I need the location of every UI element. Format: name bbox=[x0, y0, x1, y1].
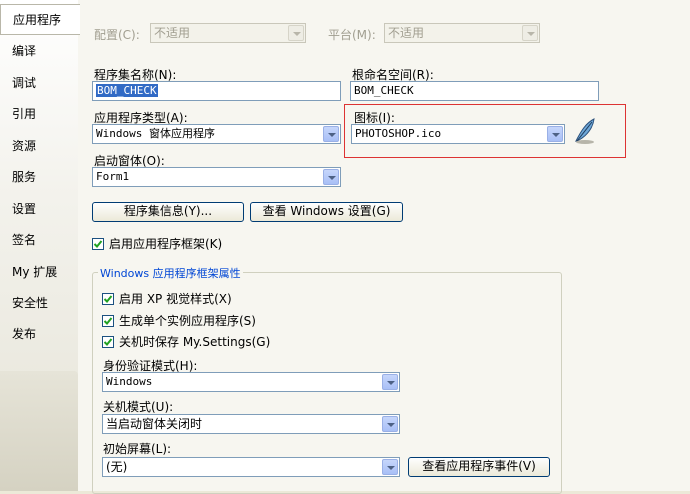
checkbox-box bbox=[102, 315, 114, 327]
chevron-down-icon bbox=[382, 416, 398, 432]
tab-resources[interactable]: 资源 bbox=[0, 131, 78, 162]
checkmark-icon bbox=[103, 295, 113, 303]
startup-form-value: Form1 bbox=[96, 170, 130, 183]
icon-select[interactable]: PHOTOSHOP.ico bbox=[351, 124, 565, 144]
platform-label: 平台(M): bbox=[328, 28, 376, 42]
assembly-info-button[interactable]: 程序集信息(Y)... bbox=[92, 202, 244, 222]
assembly-name-field[interactable]: BOM_CHECK bbox=[92, 81, 341, 101]
checkbox-box bbox=[102, 293, 114, 305]
tab-references[interactable]: 引用 bbox=[0, 99, 78, 130]
xp-styles-label: 启用 XP 视觉样式(X) bbox=[119, 292, 232, 306]
checkmark-icon bbox=[93, 240, 103, 248]
config-label: 配置(C): bbox=[94, 28, 140, 42]
assembly-name-value: BOM_CHECK bbox=[96, 84, 158, 97]
chevron-down-icon bbox=[288, 25, 304, 41]
checkbox-box bbox=[102, 336, 114, 348]
chevron-down-icon bbox=[382, 374, 398, 390]
tab-security[interactable]: 安全性 bbox=[0, 288, 78, 319]
app-type-select[interactable]: Windows 窗体应用程序 bbox=[92, 124, 341, 144]
tab-services[interactable]: 服务 bbox=[0, 162, 78, 193]
checkmark-icon bbox=[103, 338, 113, 346]
tabs-background bbox=[0, 371, 78, 491]
shutdown-mode-select[interactable]: 当启动窗体关闭时 bbox=[102, 414, 400, 434]
single-instance-label: 生成单个实例应用程序(S) bbox=[119, 314, 256, 328]
tab-label: 应用程序 bbox=[13, 13, 62, 27]
app-type-value: Windows 窗体应用程序 bbox=[96, 127, 215, 140]
tab-debug[interactable]: 调试 bbox=[0, 68, 78, 99]
shutdown-mode-value: 当启动窗体关闭时 bbox=[106, 417, 203, 431]
chevron-down-icon bbox=[382, 459, 398, 475]
config-value: 不适用 bbox=[154, 26, 191, 40]
chevron-down-icon bbox=[323, 169, 339, 185]
project-tabs: 应用程序 编译 调试 引用 资源 服务 设置 签名 My 扩展 安全性 发布 bbox=[0, 0, 80, 491]
splash-screen-label: 初始屏幕(L): bbox=[103, 442, 172, 456]
tab-application[interactable]: 应用程序 bbox=[0, 4, 80, 35]
platform-value: 不适用 bbox=[388, 26, 425, 40]
platform-select[interactable]: 不适用 bbox=[384, 23, 540, 43]
checkbox-box bbox=[92, 238, 104, 250]
splash-screen-select[interactable]: (无) bbox=[102, 457, 400, 477]
feather-icon bbox=[573, 117, 597, 145]
shutdown-mode-label: 关机模式(U): bbox=[103, 400, 174, 414]
xp-styles-checkbox[interactable]: 启用 XP 视觉样式(X) bbox=[102, 290, 232, 307]
config-select[interactable]: 不适用 bbox=[150, 23, 306, 43]
tab-compile[interactable]: 编译 bbox=[0, 36, 78, 67]
icon-value: PHOTOSHOP.ico bbox=[355, 127, 442, 140]
view-app-events-button[interactable]: 查看应用程序事件(V) bbox=[408, 457, 550, 477]
checkmark-icon bbox=[103, 317, 113, 325]
enable-framework-label: 启用应用程序框架(K) bbox=[109, 237, 223, 251]
root-namespace-value: BOM_CHECK bbox=[354, 84, 414, 97]
chevron-down-icon bbox=[522, 25, 538, 41]
chevron-down-icon bbox=[323, 126, 339, 142]
application-page: 配置(C): 不适用 平台(M): 不适用 程序集名称(N): BOM_CHEC… bbox=[78, 0, 690, 494]
framework-group-title: Windows 应用程序框架属性 bbox=[98, 265, 243, 281]
root-namespace-field[interactable]: BOM_CHECK bbox=[350, 81, 599, 101]
view-windows-settings-button[interactable]: 查看 Windows 设置(G) bbox=[250, 202, 403, 222]
tab-publish[interactable]: 发布 bbox=[0, 319, 78, 350]
save-settings-checkbox[interactable]: 关机时保存 My.Settings(G) bbox=[102, 333, 270, 350]
auth-mode-value: Windows bbox=[106, 375, 153, 388]
tab-signing[interactable]: 签名 bbox=[0, 225, 78, 256]
single-instance-checkbox[interactable]: 生成单个实例应用程序(S) bbox=[102, 312, 256, 329]
save-settings-label: 关机时保存 My.Settings(G) bbox=[119, 335, 271, 349]
tab-my-extensions[interactable]: My 扩展 bbox=[0, 257, 78, 288]
enable-framework-checkbox[interactable]: 启用应用程序框架(K) bbox=[92, 235, 222, 252]
chevron-down-icon bbox=[547, 126, 563, 142]
startup-form-select[interactable]: Form1 bbox=[92, 167, 341, 187]
tab-settings[interactable]: 设置 bbox=[0, 194, 78, 225]
auth-mode-select[interactable]: Windows bbox=[102, 372, 400, 392]
splash-screen-value: (无) bbox=[106, 460, 128, 474]
